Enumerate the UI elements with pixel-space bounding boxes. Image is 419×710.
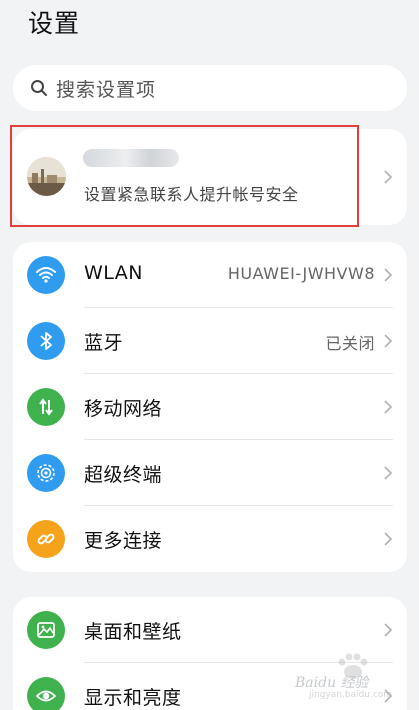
bluetooth-icon [27, 322, 65, 360]
settings-row-more-connections[interactable]: 更多连接 [13, 506, 407, 572]
account-card[interactable]: 设置紧急联系人提升帐号安全 [13, 129, 407, 225]
chevron-right-icon [384, 268, 393, 282]
row-value: 已关闭 [325, 334, 375, 353]
settings-row-super-device[interactable]: 超级终端 [13, 440, 407, 506]
settings-row-bluetooth[interactable]: 蓝牙 已关闭 [13, 308, 407, 374]
baidu-watermark: Baidu 经验 jingyan.baidu.com [295, 652, 413, 700]
watermark-url: jingyan.baidu.com [309, 690, 393, 700]
chevron-right-icon [384, 532, 393, 546]
search-placeholder: 搜索设置项 [56, 78, 157, 101]
row-label: 蓝牙 [84, 332, 124, 354]
row-label: 桌面和壁纸 [84, 621, 182, 643]
eye-icon [27, 677, 65, 710]
chevron-right-icon [384, 466, 393, 480]
chevron-right-icon [384, 334, 393, 348]
row-label: 更多连接 [84, 530, 163, 552]
wallpaper-icon [27, 611, 65, 649]
account-name-blurred [83, 149, 179, 167]
super-device-icon [27, 454, 65, 492]
avatar [27, 157, 66, 196]
settings-row-wlan[interactable]: WLAN HUAWEI-JWHVW8 [13, 242, 407, 308]
search-bar[interactable]: 搜索设置项 [13, 65, 407, 111]
row-label: 超级终端 [84, 464, 163, 486]
row-value: HUAWEI-JWHVW8 [227, 264, 375, 283]
mobile-data-icon [27, 388, 65, 426]
row-label: WLAN [84, 262, 144, 284]
row-label: 移动网络 [84, 398, 163, 420]
search-icon [31, 80, 47, 96]
account-subtitle: 设置紧急联系人提升帐号安全 [84, 185, 299, 204]
watermark-brand: Baidu 经验 [295, 675, 369, 691]
chevron-right-icon [384, 623, 393, 637]
chevron-right-icon [384, 170, 393, 184]
page-title: 设置 [28, 9, 81, 38]
chevron-right-icon [384, 400, 393, 414]
wifi-icon [27, 256, 65, 294]
row-label: 显示和亮度 [84, 687, 182, 709]
settings-screen: 设置 搜索设置项 设置紧急联系人提升帐号安全 WLAN HUAWEI-JWHVW8… [0, 0, 419, 710]
settings-row-mobile-network[interactable]: 移动网络 [13, 374, 407, 440]
connectivity-card: WLAN HUAWEI-JWHVW8 蓝牙 已关闭移动网络超级终端更多连接 [13, 242, 407, 572]
link-icon [27, 520, 65, 558]
